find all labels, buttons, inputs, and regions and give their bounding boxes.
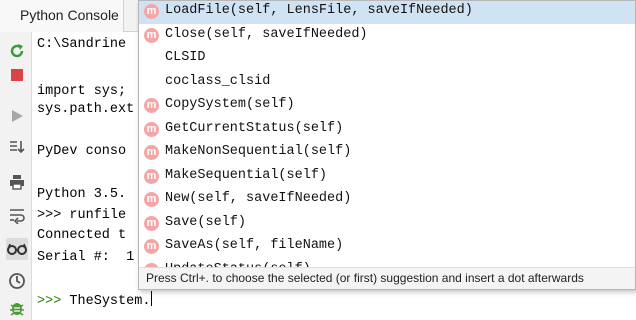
console-input-line[interactable]: >>> TheSystem. [37, 291, 153, 309]
method-icon: m [144, 4, 159, 19]
suggestion-label: MakeNonSequential(self) [165, 144, 352, 159]
console-line: sys.path.ext [37, 102, 135, 117]
suggestion-item[interactable]: m MakeNonSequential(self) [139, 141, 635, 165]
suggestion-item[interactable]: m Save(self) [139, 212, 635, 236]
method-icon: m [144, 239, 159, 254]
stop-button[interactable] [6, 64, 28, 86]
rerun-button[interactable] [6, 40, 28, 62]
print-icon [10, 175, 24, 190]
method-icon: m [144, 192, 159, 207]
method-icon: m [144, 145, 159, 160]
suggestion-item[interactable]: m SaveAs(self, fileName) [139, 235, 635, 259]
tab-python-console[interactable]: Python Console [0, 0, 124, 32]
method-icon: m [144, 215, 159, 231]
suggestion-item[interactable]: m CopySystem(self) [139, 94, 635, 118]
suggestion-item[interactable]: m Close(self, saveIfNeeded) [139, 24, 635, 48]
soft-wrap-button[interactable] [6, 204, 28, 226]
scroll-to-end-icon [10, 141, 25, 154]
print-button[interactable] [6, 171, 28, 193]
console-line: Connected t [37, 228, 127, 243]
console-line: Python 3.5. [37, 187, 127, 202]
scroll-to-end-button[interactable] [6, 136, 28, 158]
suggestion-item[interactable]: m MakeSequential(self) [139, 165, 635, 189]
suggestion-label: MakeSequential(self) [165, 167, 328, 183]
suggestion-item[interactable]: m New(self, saveIfNeeded) [139, 188, 635, 212]
glasses-icon [7, 243, 27, 255]
suggestion-item[interactable]: coclass_clsid [139, 71, 635, 95]
debug-icon [10, 303, 24, 316]
suggestion-label: CopySystem(self) [165, 97, 295, 112]
suggestion-label: SaveAs(self, fileName) [165, 238, 344, 253]
console-input[interactable]: TheSystem. [69, 294, 150, 309]
rerun-icon [10, 44, 24, 58]
suggestion-label: New(self, saveIfNeeded) [165, 191, 352, 206]
text-cursor [151, 291, 153, 306]
suggestion-label: GetCurrentStatus(self) [165, 120, 344, 136]
show-variables-button[interactable] [6, 238, 28, 260]
console-line: >>> runfile [37, 208, 127, 223]
method-icon: m [144, 121, 159, 137]
console-line: PyDev conso [37, 144, 127, 159]
history-button[interactable] [6, 270, 28, 292]
autocomplete-hint: Press Ctrl+. to choose the selected (or … [139, 267, 635, 289]
history-icon [9, 273, 25, 289]
console-toolbar [0, 32, 32, 320]
console-line: C:\Sandrine [37, 37, 127, 52]
suggestion-label: coclass_clsid [165, 73, 271, 89]
autocomplete-popup[interactable]: m LoadFile(self, LensFile, saveIfNeeded) m… [138, 0, 636, 290]
execute-icon [12, 110, 23, 122]
console-line: import sys; [37, 84, 127, 99]
suggestion-item[interactable]: m LoadFile(self, LensFile, saveIfNeeded) [139, 1, 635, 24]
suggestion-label: LoadFile(self, LensFile, saveIfNeeded) [165, 3, 473, 18]
suggestion-label: Save(self) [165, 214, 247, 230]
execute-button[interactable] [6, 105, 28, 127]
suggestion-item[interactable]: m GetCurrentStatus(self) [139, 118, 635, 142]
stop-icon [11, 69, 23, 81]
suggestion-label: Close(self, saveIfNeeded) [165, 26, 368, 42]
method-icon: m [144, 98, 159, 113]
console-prompt: >>> [37, 294, 62, 309]
method-icon: m [144, 168, 159, 184]
method-icon: m [144, 27, 159, 43]
suggestion-label: CLSID [165, 50, 206, 65]
console-line: Serial #: 1 [37, 250, 135, 265]
soft-wrap-icon [10, 209, 25, 224]
suggestion-item[interactable]: CLSID [139, 47, 635, 71]
debug-button[interactable] [6, 297, 28, 319]
